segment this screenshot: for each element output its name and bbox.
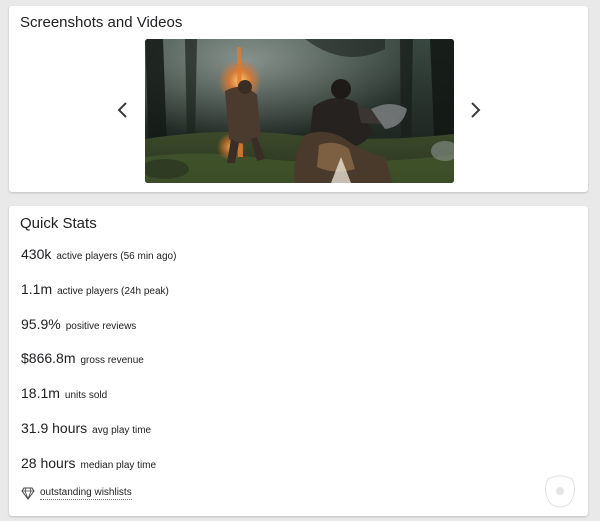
stat-label: median play time <box>80 460 157 471</box>
stat-value: 28 hours <box>21 455 76 471</box>
quick-stats-title: Quick Stats <box>20 215 97 232</box>
stat-active-players-peak: 1.1m active players (24h peak) <box>21 281 169 297</box>
stat-value: 1.1m <box>21 281 53 297</box>
carousel-next-button[interactable] <box>467 100 483 120</box>
diamond-icon <box>21 486 35 500</box>
stat-gross-revenue: $866.8m gross revenue <box>21 350 144 366</box>
stat-value: 31.9 hours <box>21 420 88 436</box>
stat-median-play-time: 28 hours median play time <box>21 455 156 471</box>
stat-value: 18.1m <box>21 385 60 401</box>
outstanding-wishlists-row: outstanding wishlists <box>21 486 132 500</box>
game-screenshot[interactable] <box>145 39 454 183</box>
watermark-logo <box>540 473 580 511</box>
stat-label: units sold <box>64 390 108 401</box>
stat-value: 430k <box>21 246 52 262</box>
quick-stats-card: Quick Stats 430k active players (56 min … <box>9 206 588 516</box>
chevron-right-icon <box>467 100 483 120</box>
carousel-prev-button[interactable] <box>115 100 131 120</box>
media-card-title: Screenshots and Videos <box>20 14 183 31</box>
stat-avg-play-time: 31.9 hours avg play time <box>21 420 151 436</box>
stat-label: gross revenue <box>80 355 144 366</box>
stat-label: positive reviews <box>65 321 137 332</box>
outstanding-wishlists-link[interactable]: outstanding wishlists <box>40 487 132 500</box>
stat-active-players-now: 430k active players (56 min ago) <box>21 246 176 262</box>
page: Screenshots and Videos Quick Stats 430k … <box>0 0 600 521</box>
media-card: Screenshots and Videos <box>9 6 588 192</box>
stat-value: 95.9% <box>21 316 61 332</box>
stat-label: active players (56 min ago) <box>56 251 177 262</box>
stat-label: avg play time <box>92 425 152 436</box>
stat-units-sold: 18.1m units sold <box>21 385 107 401</box>
chevron-left-icon <box>115 100 131 120</box>
stat-positive-reviews: 95.9% positive reviews <box>21 316 136 332</box>
stat-label: active players (24h peak) <box>57 286 169 297</box>
stat-value: $866.8m <box>21 350 76 366</box>
